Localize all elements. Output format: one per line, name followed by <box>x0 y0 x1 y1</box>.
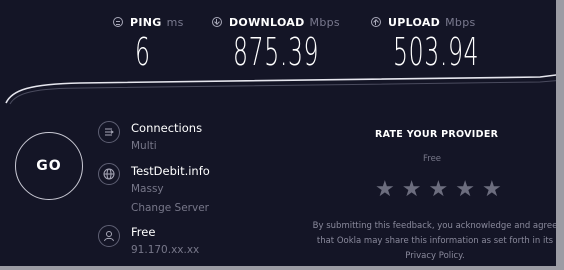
go-button-label: GO <box>36 158 62 174</box>
connections-icon <box>98 121 120 143</box>
star-icon[interactable]: ★ <box>455 179 475 201</box>
feedback-disclaimer: By submitting this feedback, you acknowl… <box>312 221 558 261</box>
change-server-link[interactable]: Change Server <box>131 202 209 214</box>
rate-provider-isp: Free <box>423 154 442 164</box>
server-location: Massy <box>131 183 164 195</box>
provider-ip: 91.170.xx.xx <box>131 244 200 256</box>
star-rating: ★ ★ ★ ★ ★ <box>375 179 502 201</box>
speedtest-panel: PING ms DOWNLOAD Mbps UPLOAD Mbps 6 875.… <box>0 0 564 270</box>
connections-value[interactable]: Multi <box>131 140 157 152</box>
go-button[interactable]: GO <box>15 132 83 200</box>
star-icon[interactable]: ★ <box>375 179 395 201</box>
star-icon[interactable]: ★ <box>402 179 422 201</box>
server-name: TestDebit.info <box>131 164 210 178</box>
user-icon <box>98 225 120 247</box>
window-frame-bottom <box>0 266 564 270</box>
window-frame-right <box>556 0 564 270</box>
star-icon[interactable]: ★ <box>428 179 448 201</box>
globe-icon <box>98 163 120 185</box>
star-icon[interactable]: ★ <box>482 179 502 201</box>
connections-title: Connections <box>131 121 203 135</box>
rate-provider-title: RATE YOUR PROVIDER <box>375 129 499 140</box>
provider-name: Free <box>131 225 156 239</box>
